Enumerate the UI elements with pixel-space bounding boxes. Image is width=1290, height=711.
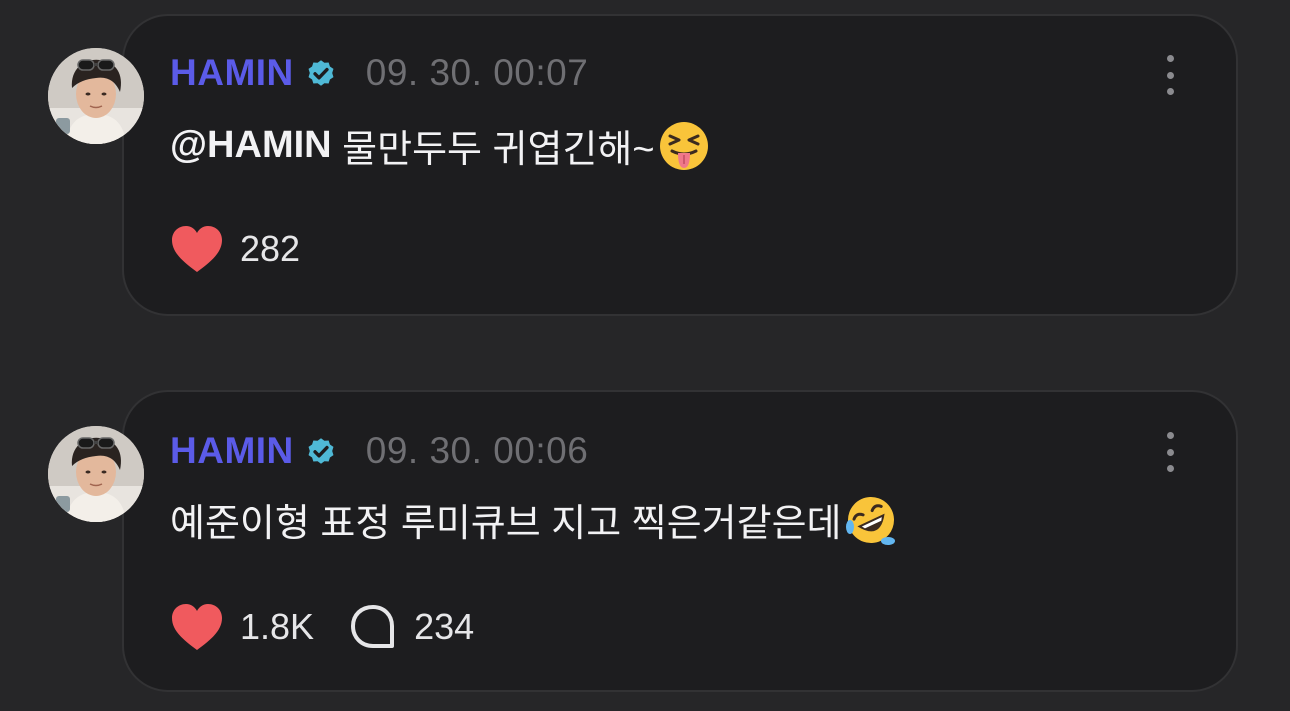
comment-body: 예준이형 표정 루미큐브 지고 찍은거같은데	[170, 503, 842, 545]
comment-bubble-icon[interactable]	[348, 602, 398, 652]
post-actions: 282	[170, 224, 300, 274]
author-name[interactable]: HAMIN	[170, 52, 294, 94]
author-name[interactable]: HAMIN	[170, 430, 294, 472]
like-count: 1.8K	[240, 606, 315, 647]
timestamp: 09. 30. 00:06	[365, 430, 589, 471]
like-count: 282	[240, 228, 301, 269]
avatar[interactable]	[48, 426, 144, 522]
comment-feed: HAMIN 09. 30. 00:07 @HAMIN 물만두두 귀엽긴해~ 28…	[0, 0, 1290, 711]
heart-icon[interactable]	[170, 602, 224, 652]
avatar[interactable]	[48, 48, 144, 144]
timestamp: 09. 30. 00:07	[365, 52, 589, 93]
comment-text: @HAMIN 물만두두 귀엽긴해~	[170, 118, 711, 173]
comment-body: 물만두두 귀엽긴해~	[331, 129, 655, 171]
comment-text: 예준이형 표정 루미큐브 지고 찍은거같은데	[170, 492, 898, 547]
post-header: HAMIN 09. 30. 00:06	[170, 426, 588, 476]
verified-badge-icon	[308, 60, 334, 86]
heart-icon[interactable]	[170, 224, 224, 274]
verified-badge-icon	[308, 438, 334, 464]
comment-count: 234	[414, 606, 475, 647]
mention-link[interactable]: @HAMIN	[170, 124, 332, 167]
rolling-on-floor-laughing-face-icon	[845, 496, 895, 545]
more-options-icon[interactable]	[1160, 432, 1180, 472]
more-options-icon[interactable]	[1160, 55, 1180, 95]
post-header: HAMIN 09. 30. 00:07	[170, 48, 588, 98]
squinting-tongue-face-icon	[659, 121, 708, 170]
post-actions: 1.8K 234	[170, 602, 474, 652]
